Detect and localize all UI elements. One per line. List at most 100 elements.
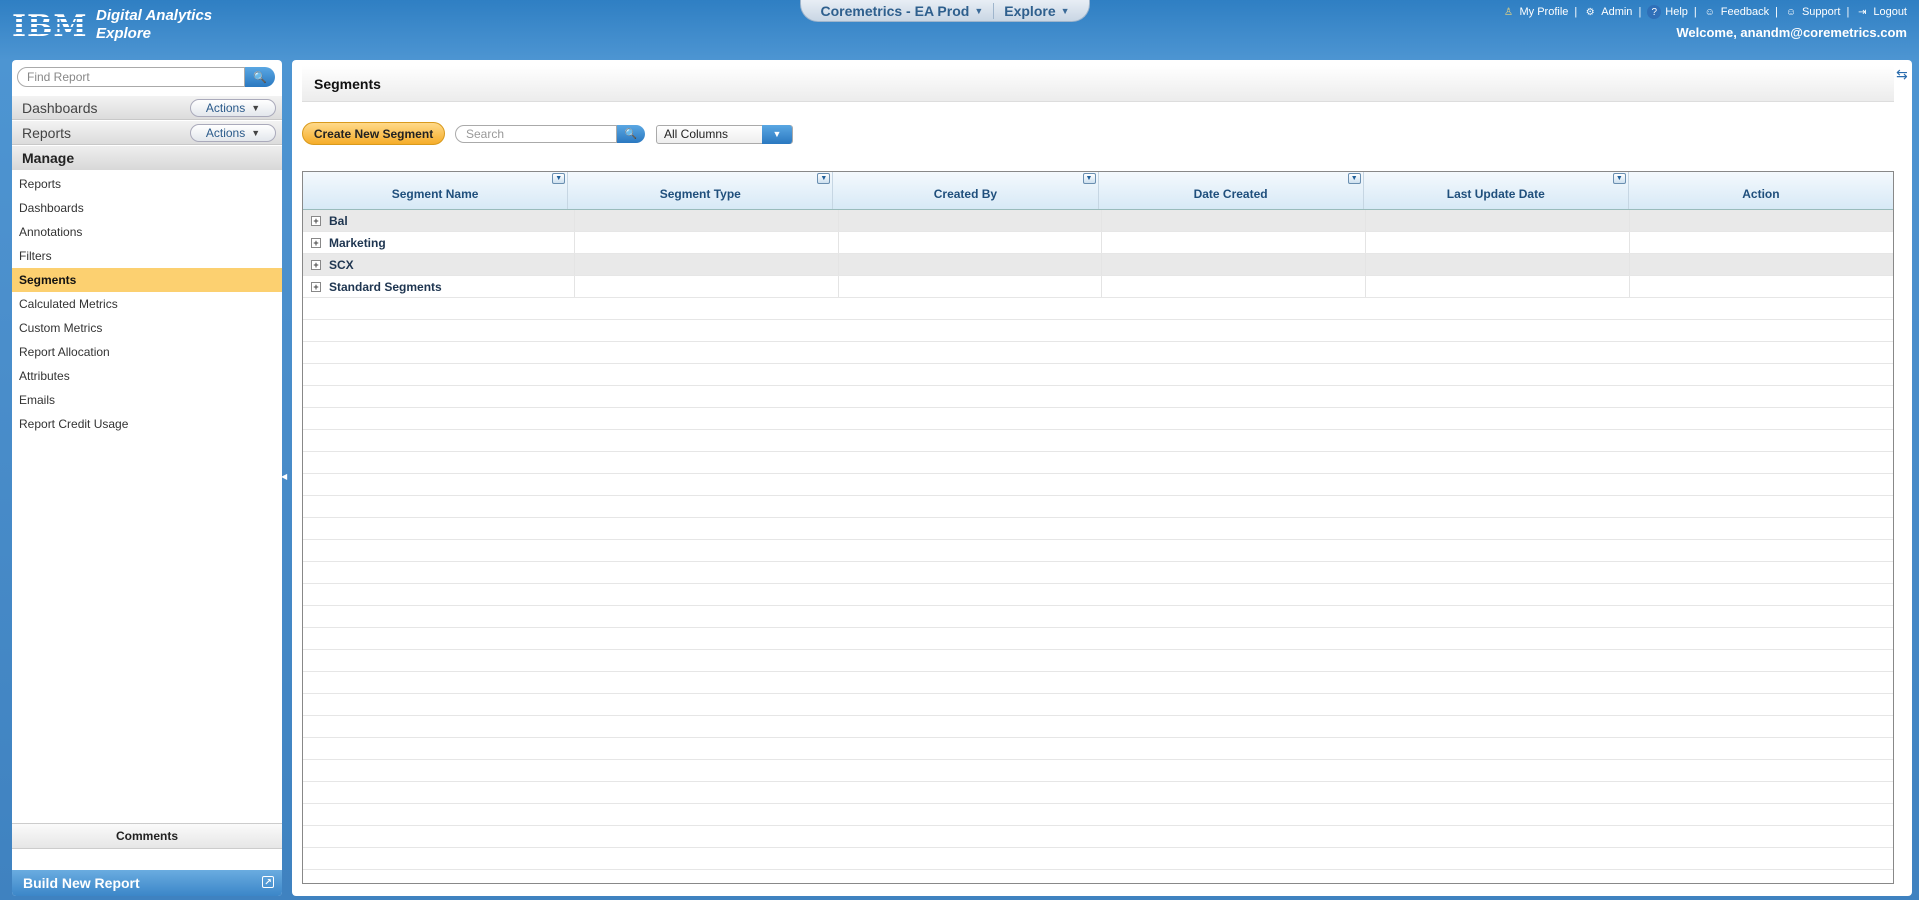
column-header-segment-type[interactable]: Segment Type ▼ [568, 172, 834, 209]
search-button[interactable]: 🔍 [617, 125, 645, 143]
table-cell [1366, 276, 1631, 297]
column-header-date-created[interactable]: Date Created ▼ [1099, 172, 1364, 209]
help-link[interactable]: ? Help [1647, 5, 1688, 19]
manage-item-attributes[interactable]: Attributes [12, 364, 282, 388]
separator: | [1775, 6, 1778, 18]
explore-menu-label: Explore [1004, 2, 1056, 19]
find-report-input[interactable]: Find Report [17, 67, 245, 87]
user-icon: ♙ [1504, 6, 1513, 18]
comments-panel-toggle[interactable]: Comments [12, 823, 282, 849]
dashboards-section[interactable]: Dashboards Actions ▼ [12, 96, 282, 120]
logout-icon: ⇥ [1858, 6, 1867, 18]
column-menu-icon[interactable]: ▼ [817, 173, 831, 184]
column-header-label: Created By [933, 186, 998, 201]
reports-actions-button[interactable]: Actions ▼ [190, 124, 276, 142]
manage-item-annotations[interactable]: Annotations [12, 220, 282, 244]
column-header-created-by[interactable]: Created By ▼ [833, 172, 1099, 209]
table-cell [839, 254, 1103, 275]
help-label: Help [1665, 6, 1688, 18]
table-header: Segment Name ▼ Segment Type ▼ Created By… [303, 172, 1893, 210]
expand-icon[interactable]: + [311, 259, 321, 270]
reports-section[interactable]: Reports Actions ▼ [12, 121, 282, 145]
table-cell [1630, 254, 1893, 275]
search-input[interactable]: Search [455, 125, 617, 143]
column-header-last-update-date[interactable]: Last Update Date ▼ [1364, 172, 1629, 209]
feedback-link[interactable]: ☺ Feedback [1703, 5, 1769, 19]
site-selector-label: Coremetrics - EA Prod [820, 2, 970, 19]
column-header-label: Segment Type [659, 186, 741, 201]
manage-item-dashboards[interactable]: Dashboards [12, 196, 282, 220]
table-cell [1366, 210, 1631, 231]
site-selector[interactable]: Coremetrics - EA Prod ▼ [810, 3, 993, 19]
support-label: Support [1801, 6, 1841, 18]
refresh-icon[interactable]: ⇆ [1896, 66, 1910, 82]
manage-item-segments[interactable]: Segments [12, 268, 282, 292]
logout-link[interactable]: ⇥ Logout [1855, 5, 1907, 19]
help-icon: ? [1647, 5, 1662, 19]
expand-icon[interactable]: + [311, 281, 321, 292]
table-cell [1630, 232, 1893, 253]
table-cell [575, 210, 839, 231]
my-profile-link[interactable]: ♙ My Profile [1501, 5, 1568, 19]
collapse-sidebar-icon[interactable]: ◀ [281, 472, 287, 486]
find-report-search: Find Report 🔍 [17, 67, 277, 87]
table-row[interactable]: + Marketing [303, 232, 1893, 254]
segment-name-cell: + Marketing [303, 232, 575, 253]
separator: | [1693, 6, 1697, 18]
table-cell [1630, 276, 1893, 297]
table-cell [575, 276, 839, 297]
manage-item-emails[interactable]: Emails [12, 388, 282, 412]
table-row[interactable]: + Bal [303, 210, 1893, 232]
segment-name-cell: + SCX [303, 254, 575, 275]
column-menu-icon[interactable]: ▼ [552, 173, 566, 184]
table-row[interactable]: + Standard Segments [303, 276, 1893, 298]
admin-link[interactable]: ⚙ Admin [1583, 5, 1633, 19]
support-link[interactable]: ☺ Support [1784, 5, 1841, 19]
explore-menu[interactable]: Explore ▼ [993, 2, 1079, 19]
manage-item-report-credit-usage[interactable]: Report Credit Usage [12, 412, 282, 436]
popout-icon: ↗ [262, 876, 274, 888]
support-icon: ☺ [1785, 6, 1797, 18]
separator: | [1846, 6, 1850, 18]
create-new-segment-button[interactable]: Create New Segment [302, 122, 445, 145]
manage-item-filters[interactable]: Filters [12, 244, 282, 268]
actions-label: Actions [205, 101, 246, 115]
expand-icon[interactable]: + [311, 215, 321, 226]
manage-list: Reports Dashboards Annotations Filters S… [12, 172, 282, 436]
build-new-report-label: Build New Report [23, 875, 140, 891]
table-cell [839, 276, 1103, 297]
dashboards-actions-button[interactable]: Actions ▼ [190, 99, 276, 117]
feedback-icon: ☺ [1704, 6, 1715, 18]
manage-item-custom-metrics[interactable]: Custom Metrics [12, 316, 282, 340]
my-profile-label: My Profile [1519, 6, 1569, 18]
column-menu-icon[interactable]: ▼ [1612, 173, 1626, 184]
manage-item-calculated-metrics[interactable]: Calculated Metrics [12, 292, 282, 316]
actions-label: Actions [205, 126, 246, 140]
column-filter-select[interactable]: All Columns ▼ [656, 125, 793, 144]
chevron-down-icon: ▼ [251, 103, 261, 113]
search-button[interactable]: 🔍 [245, 67, 275, 87]
column-header-segment-name[interactable]: Segment Name ▼ [303, 172, 569, 209]
manage-section[interactable]: Manage [12, 146, 282, 170]
column-menu-icon[interactable]: ▼ [1082, 173, 1096, 184]
manage-item-reports[interactable]: Reports [12, 172, 282, 196]
table-cell [1102, 210, 1367, 231]
page-title: Segments [314, 76, 381, 92]
table-cell [1630, 210, 1893, 231]
manage-item-report-allocation[interactable]: Report Allocation [12, 340, 282, 364]
manage-section-label: Manage [22, 150, 75, 166]
welcome-text: Welcome, anandm@coremetrics.com [1676, 25, 1907, 40]
feedback-label: Feedback [1720, 6, 1770, 18]
center-tabs: Coremetrics - EA Prod ▼ Explore ▼ [800, 0, 1090, 22]
expand-icon[interactable]: + [311, 237, 321, 248]
search-icon: 🔍 [253, 71, 267, 84]
build-new-report-button[interactable]: Build New Report ↗ [12, 870, 282, 896]
table-cell [1366, 232, 1631, 253]
column-menu-icon[interactable]: ▼ [1347, 173, 1361, 184]
table-cell [1366, 254, 1631, 275]
search-icon: 🔍 [624, 128, 638, 140]
table-cell [1102, 276, 1367, 297]
table-row[interactable]: + SCX [303, 254, 1893, 276]
segments-table: Segment Name ▼ Segment Type ▼ Created By… [302, 171, 1894, 884]
chevron-down-icon: ▼ [251, 128, 261, 138]
